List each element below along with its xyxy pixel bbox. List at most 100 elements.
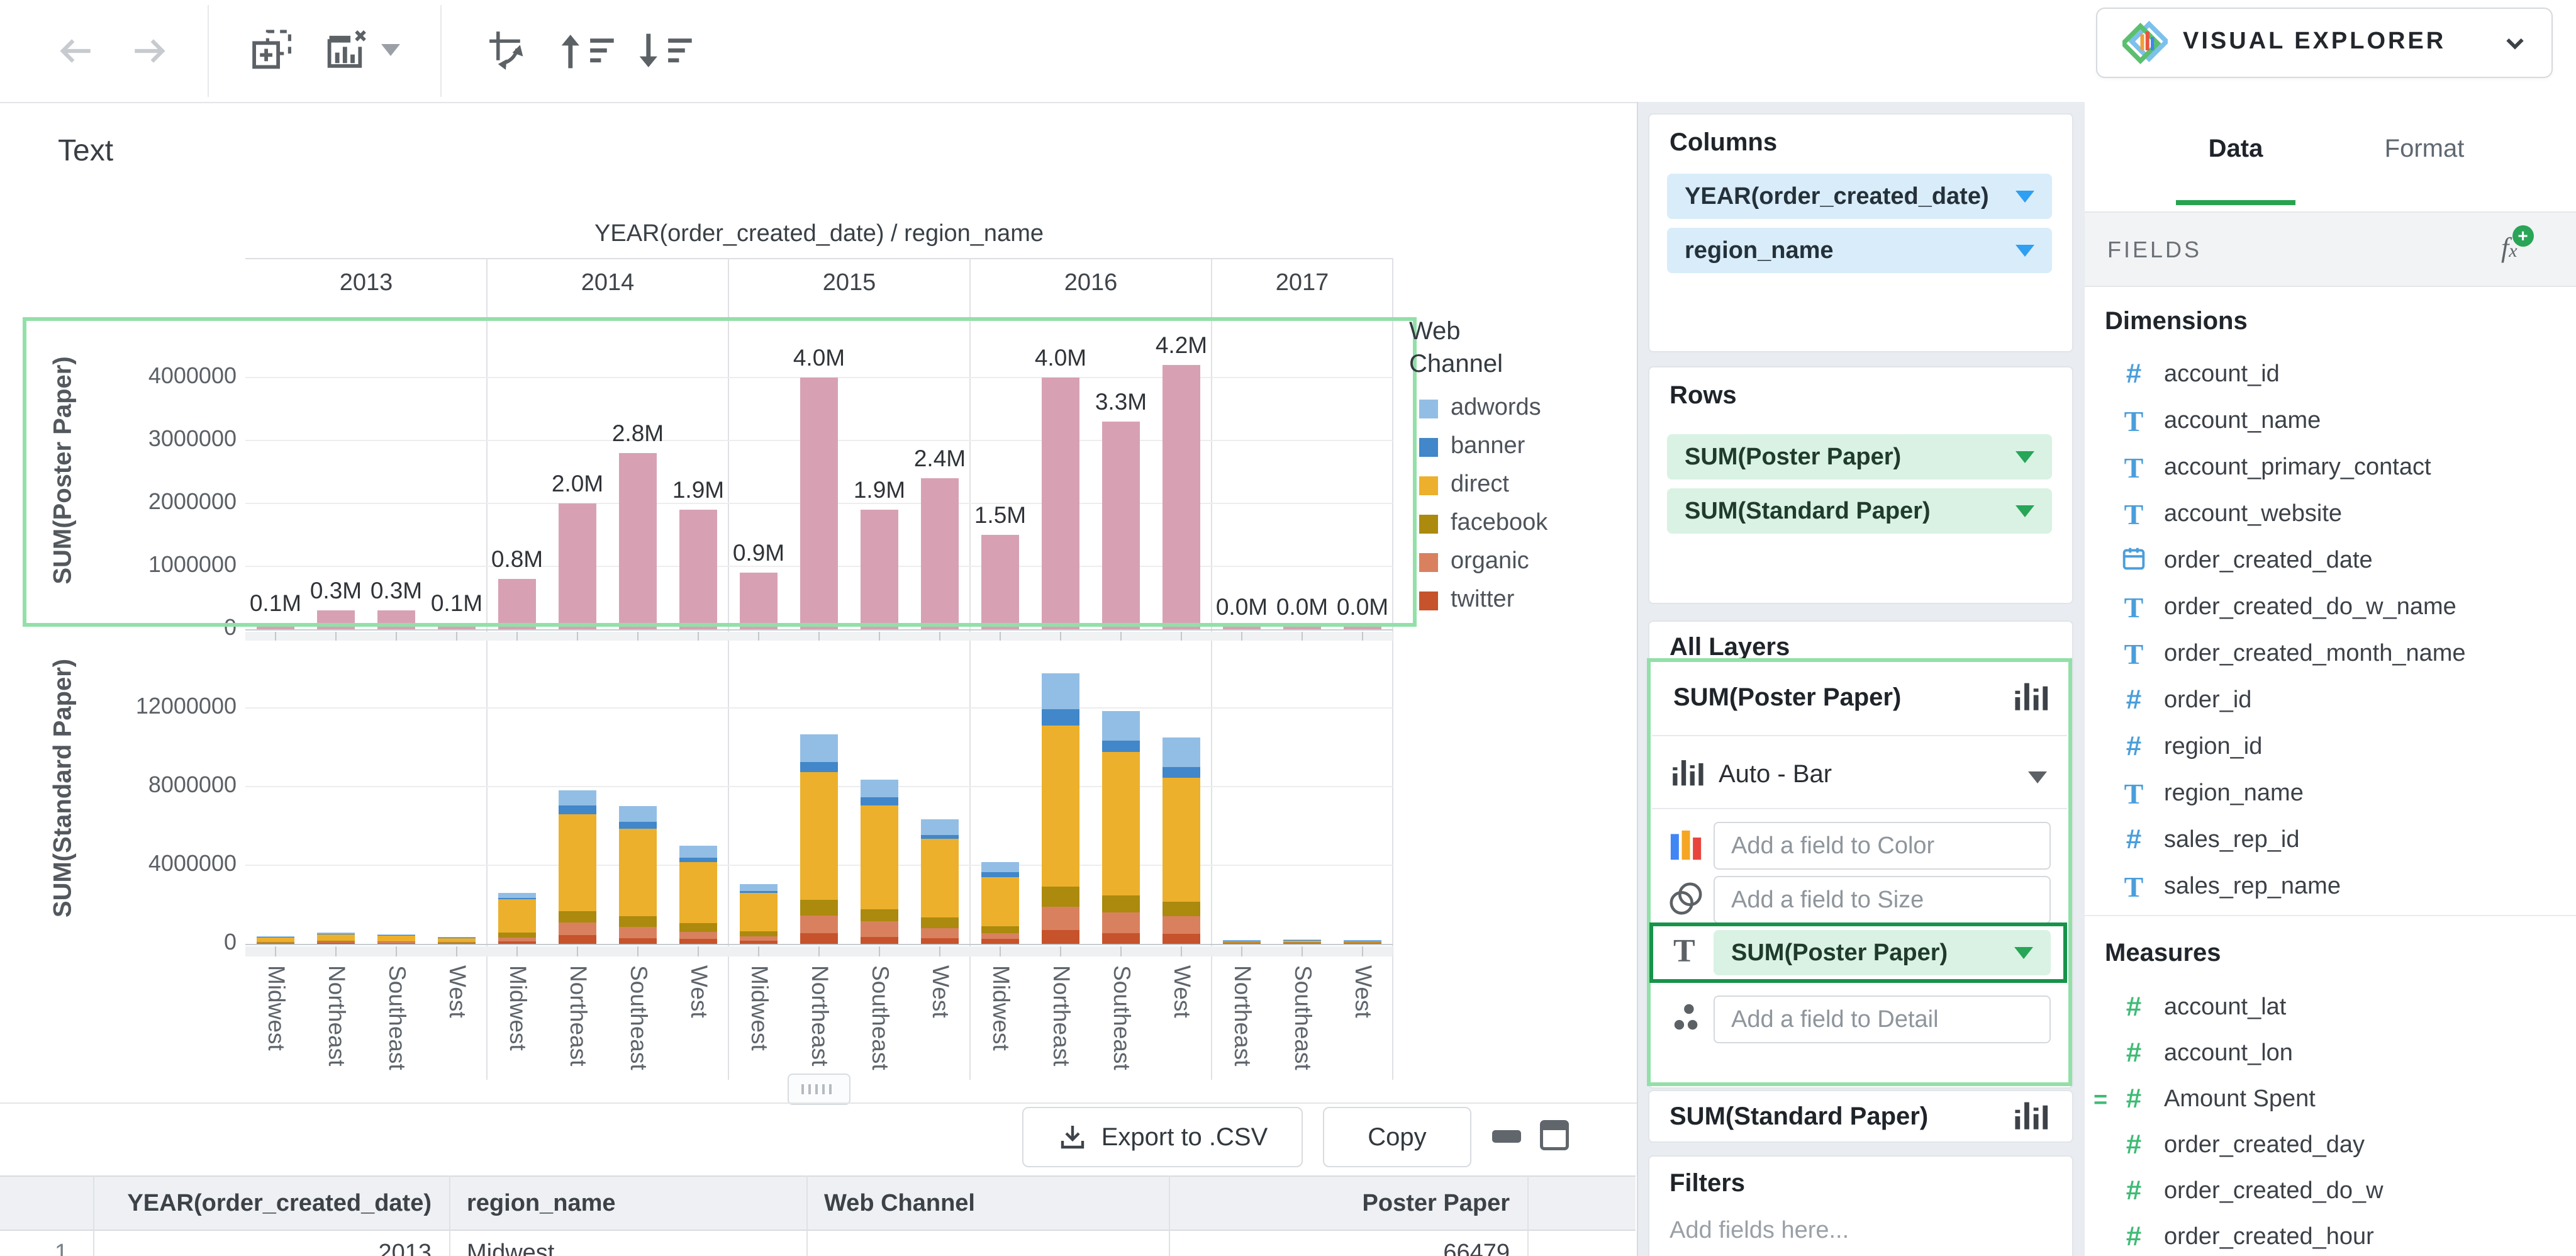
standard-bar-segment-facebook[interactable] (257, 942, 294, 943)
poster-bar[interactable] (1163, 365, 1200, 629)
legend-swatch-facebook[interactable] (1419, 515, 1438, 534)
field-item-order_created_do_w_name[interactable]: Torder_created_do_w_name (2085, 588, 2576, 627)
color-field-input[interactable] (1714, 822, 2051, 870)
copy-button[interactable]: Copy (1323, 1107, 1471, 1167)
standard-bar-segment-facebook[interactable] (438, 942, 476, 943)
poster-bar[interactable] (257, 623, 294, 629)
standard-bar-segment-banner[interactable] (1042, 709, 1079, 726)
standard-bar-segment-twitter[interactable] (861, 937, 898, 944)
standard-bar-segment-direct[interactable] (679, 862, 717, 923)
clear-chart-icon[interactable] (325, 28, 369, 75)
standard-bar-segment-direct[interactable] (1042, 726, 1079, 887)
standard-bar-segment-organic[interactable] (679, 932, 717, 939)
tab-data[interactable]: Data (2173, 135, 2299, 163)
standard-bar-segment-twitter[interactable] (559, 935, 596, 944)
text-widget[interactable]: Text (58, 133, 113, 168)
standard-bar-segment-direct[interactable] (257, 938, 294, 942)
standard-bar-segment-adwords[interactable] (1283, 939, 1321, 940)
standard-bar-segment-banner[interactable] (740, 891, 778, 893)
standard-bar-segment-direct[interactable] (1102, 752, 1140, 895)
standard-bar-segment-organic[interactable] (981, 933, 1019, 939)
mark-type-select[interactable]: Auto - Bar (1719, 760, 1832, 788)
standard-bar-segment-facebook[interactable] (740, 931, 778, 936)
standard-bar-segment-facebook[interactable] (800, 900, 838, 916)
pill-caret-icon[interactable] (2016, 191, 2034, 203)
standard-bar-segment-twitter[interactable] (619, 938, 657, 944)
standard-bar-segment-adwords[interactable] (498, 893, 536, 898)
standard-bar-segment-adwords[interactable] (861, 780, 898, 797)
standard-bar-segment-organic[interactable] (317, 942, 355, 943)
field-item-account_lon[interactable]: #account_lon (2085, 1035, 2576, 1074)
standard-bar-segment-adwords[interactable] (1163, 737, 1200, 767)
rows-pill[interactable]: SUM(Poster Paper) (1667, 434, 2052, 479)
size-field-input[interactable] (1714, 876, 2051, 924)
field-item-sales_rep_name[interactable]: Tsales_rep_name (2085, 868, 2576, 907)
standard-bar-segment-banner[interactable] (498, 898, 536, 900)
poster-bar[interactable] (438, 623, 476, 629)
poster-bar[interactable] (679, 510, 717, 629)
pill-caret-icon[interactable] (2016, 245, 2034, 257)
standard-bar-segment-banner[interactable] (1283, 940, 1321, 941)
field-item-order_created_day[interactable]: #order_created_day (2085, 1126, 2576, 1165)
field-item-region_id[interactable]: #region_id (2085, 728, 2576, 767)
standard-bar-segment-facebook[interactable] (619, 916, 657, 927)
standard-bar-segment-organic[interactable] (921, 928, 959, 938)
standard-bar-segment-organic[interactable] (740, 936, 778, 941)
standard-bar-segment-twitter[interactable] (1163, 934, 1200, 944)
standard-bar-segment-banner[interactable] (377, 935, 415, 936)
standard-bar-segment-twitter[interactable] (740, 941, 778, 944)
clear-chart-dropdown-caret[interactable] (381, 44, 400, 56)
standard-bar-segment-adwords[interactable] (438, 937, 476, 938)
standard-bar-segment-banner[interactable] (679, 858, 717, 863)
maximize-icon[interactable] (1540, 1120, 1569, 1150)
standard-bar-segment-adwords[interactable] (559, 790, 596, 805)
field-item-account_primary_contact[interactable]: Taccount_primary_contact (2085, 449, 2576, 488)
standard-bar-segment-direct[interactable] (619, 829, 657, 916)
standard-bar-segment-adwords[interactable] (679, 846, 717, 858)
columns-pill[interactable]: YEAR(order_created_date) (1667, 174, 2052, 219)
add-calculated-field-icon[interactable]: fx+ (2501, 232, 2517, 264)
field-item-account_name[interactable]: Taccount_name (2085, 402, 2576, 441)
legend-swatch-banner[interactable] (1419, 438, 1438, 457)
poster-bar[interactable] (559, 503, 596, 629)
standard-bar-segment-twitter[interactable] (377, 943, 415, 944)
field-item-account_website[interactable]: Taccount_website (2085, 495, 2576, 534)
standard-bar-segment-adwords[interactable] (1042, 673, 1079, 709)
standard-bar-segment-adwords[interactable] (377, 934, 415, 935)
standard-bar-segment-facebook[interactable] (679, 923, 717, 932)
filters-shelf[interactable]: Filters Add fields here... (1648, 1155, 2073, 1256)
field-item-order_id[interactable]: #order_id (2085, 681, 2576, 721)
standard-bar-segment-facebook[interactable] (1163, 902, 1200, 916)
field-item-Amount Spent[interactable]: =#Amount Spent (2085, 1080, 2576, 1119)
standard-bar-segment-organic[interactable] (619, 927, 657, 938)
standard-bar-segment-twitter[interactable] (1102, 933, 1140, 944)
standard-bar-segment-facebook[interactable] (861, 909, 898, 921)
standard-bar-segment-direct[interactable] (1283, 941, 1321, 942)
standard-bar-segment-banner[interactable] (559, 805, 596, 814)
standard-bar-segment-direct[interactable] (800, 772, 838, 900)
text-field-pill[interactable]: SUM(Poster Paper) (1714, 930, 2051, 975)
standard-bar-segment-adwords[interactable] (921, 819, 959, 835)
standard-bar-segment-twitter[interactable] (679, 939, 717, 944)
poster-bar[interactable] (498, 579, 536, 629)
standard-bar-segment-direct[interactable] (317, 934, 355, 941)
field-item-order_created_month_name[interactable]: Torder_created_month_name (2085, 635, 2576, 674)
standard-bar-segment-adwords[interactable] (981, 862, 1019, 872)
standard-bar-segment-direct[interactable] (1344, 941, 1381, 942)
standard-bar-segment-facebook[interactable] (1042, 887, 1079, 906)
standard-bar-segment-direct[interactable] (498, 899, 536, 933)
export-csv-button[interactable]: Export to .CSV (1022, 1107, 1303, 1167)
standard-layer-chart-type-icon[interactable] (2013, 1100, 2052, 1136)
standard-bar-segment-organic[interactable] (559, 922, 596, 935)
standard-bar-segment-facebook[interactable] (1223, 942, 1261, 943)
standard-bar-segment-twitter[interactable] (1042, 930, 1079, 944)
minimize-icon[interactable] (1492, 1130, 1521, 1143)
standard-bar-segment-twitter[interactable] (1283, 943, 1321, 944)
legend-swatch-direct[interactable] (1419, 476, 1438, 495)
poster-bar[interactable] (800, 378, 838, 629)
pill-caret-icon[interactable] (2016, 505, 2034, 517)
rows-pill[interactable]: SUM(Standard Paper) (1667, 488, 2052, 534)
standard-bar-segment-adwords[interactable] (1102, 711, 1140, 741)
standard-bar-segment-direct[interactable] (1223, 941, 1261, 942)
poster-bar[interactable] (1102, 422, 1140, 629)
